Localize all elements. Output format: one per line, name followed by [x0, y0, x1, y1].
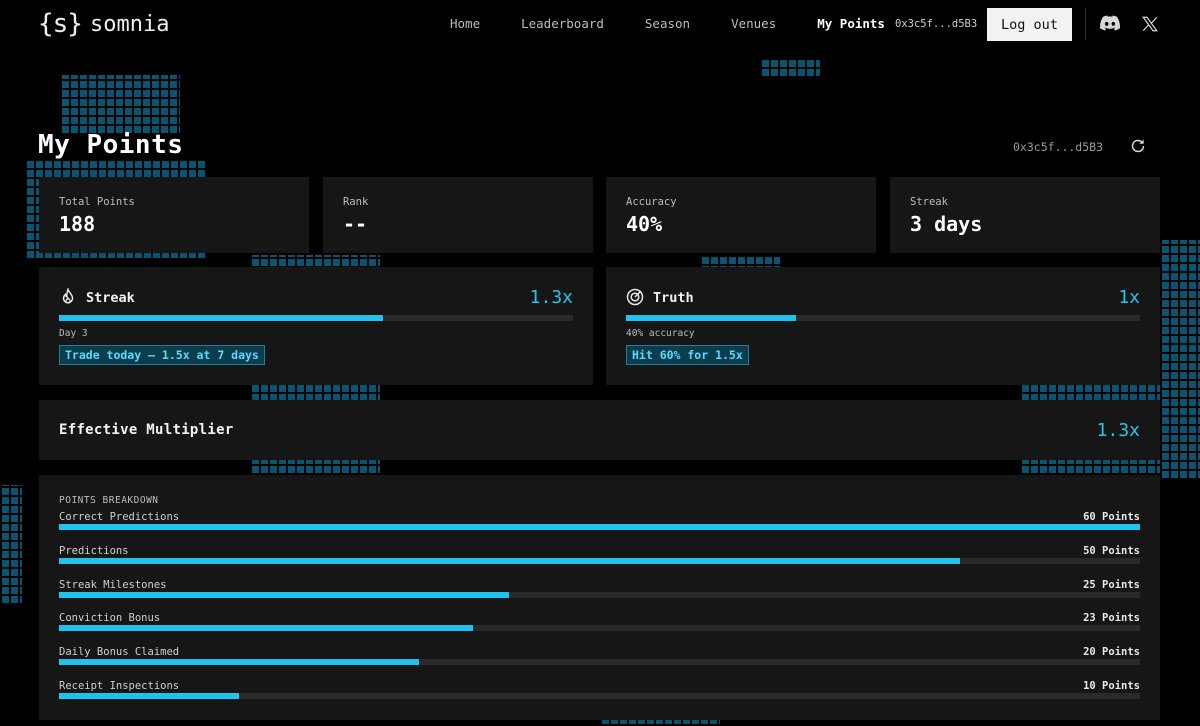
breakdown-row-points: 50 Points	[1083, 544, 1140, 557]
breakdown-row: Streak Milestones 25 Points	[59, 579, 1140, 609]
stat-card-accuracy: Accuracy 40%	[606, 177, 876, 253]
nav-link-my-points[interactable]: My Points	[817, 16, 885, 31]
breakdown-row-points: 23 Points	[1083, 612, 1140, 625]
stat-value: 40%	[626, 212, 663, 236]
breakdown-row-track	[59, 659, 1140, 666]
background-pattern	[1160, 240, 1200, 480]
stat-card-streak: Streak 3 days	[890, 177, 1160, 253]
refresh-icon[interactable]	[1130, 138, 1146, 154]
nav-link-venues[interactable]: Venues	[731, 16, 776, 31]
streak-day-label: Day 3	[59, 328, 88, 339]
breakdown-row-track	[59, 625, 1140, 632]
breakdown-row-fill	[59, 591, 510, 598]
nav-link-leaderboard[interactable]: Leaderboard	[521, 16, 604, 31]
truth-multiplier-value: 1x	[1118, 287, 1140, 308]
streak-title: Streak	[86, 290, 135, 306]
breakdown-row-track	[59, 591, 1140, 598]
breakdown-row-fill	[59, 524, 1140, 530]
stat-value: --	[343, 212, 368, 236]
breakdown-row-points: 10 Points	[1083, 680, 1140, 692]
breakdown-row-label: Predictions	[59, 544, 129, 557]
logo-text: somnia	[89, 11, 170, 37]
breakdown-row-points: 25 Points	[1083, 578, 1140, 591]
x-icon[interactable]	[1141, 15, 1159, 33]
page-title: My Points	[38, 130, 184, 160]
truth-hint-badge: Hit 60% for 1.5x	[626, 345, 749, 365]
breakdown-row-label: Correct Predictions	[59, 511, 180, 523]
breakdown-row-fill	[59, 557, 960, 564]
truth-progress-fill	[626, 315, 796, 321]
stat-label: Rank	[343, 196, 369, 208]
breakdown-row-fill	[59, 625, 474, 632]
breakdown-row-track	[59, 693, 1140, 699]
logo[interactable]: {s} somnia	[38, 9, 169, 39]
breakdown-row-fill	[59, 693, 240, 699]
truth-progress-track	[626, 315, 1140, 321]
breakdown-row-fill	[59, 659, 420, 666]
stat-value: 188	[59, 212, 96, 236]
breakdown-row-label: Daily Bonus Claimed	[59, 646, 180, 659]
streak-progress-track	[59, 315, 573, 321]
breakdown-row-label: Conviction Bonus	[59, 612, 161, 625]
streak-progress-fill	[59, 315, 383, 321]
streak-hint-badge: Trade today — 1.5x at 7 days	[59, 345, 265, 365]
wallet-address[interactable]: 0x3c5f...d5B3	[895, 18, 977, 30]
nav-link-home[interactable]: Home	[450, 16, 480, 31]
effective-multiplier-card: Effective Multiplier 1.3x	[39, 400, 1160, 460]
breakdown-row: Daily Bonus Claimed 20 Points	[59, 646, 1140, 676]
truth-multiplier-card: Truth 1x 40% accuracy Hit 60% for 1.5x	[606, 267, 1160, 385]
nav-links: Home Leaderboard Season Venues My Points	[450, 16, 926, 31]
breakdown-title: POINTS BREAKDOWN	[59, 495, 159, 506]
stat-label: Accuracy	[626, 196, 677, 208]
breakdown-row-track	[59, 524, 1140, 530]
points-breakdown-card: POINTS BREAKDOWN Correct Predictions 60 P…	[39, 475, 1160, 720]
breakdown-row: Receipt Inspections 10 Points	[59, 680, 1140, 710]
background-pattern	[60, 75, 180, 135]
truth-title: Truth	[653, 290, 694, 306]
breakdown-row-label: Streak Milestones	[59, 578, 167, 591]
truth-accuracy-label: 40% accuracy	[626, 328, 695, 339]
stat-value: 3 days	[910, 212, 983, 236]
header-wallet-address: 0x3c5f...d5B3	[1013, 140, 1104, 154]
background-pattern	[760, 58, 820, 78]
stat-label: Total Points	[59, 196, 135, 208]
top-nav: {s} somnia Home Leaderboard Season Venue…	[0, 0, 1200, 48]
stat-card-rank: Rank --	[323, 177, 593, 253]
breakdown-row-points: 60 Points	[1083, 511, 1140, 523]
discord-icon[interactable]	[1100, 15, 1120, 31]
nav-divider	[1085, 8, 1086, 40]
flame-icon	[62, 288, 74, 304]
logo-mark: {s}	[38, 9, 83, 39]
breakdown-row: Predictions 50 Points	[59, 545, 1140, 575]
nav-link-season[interactable]: Season	[645, 16, 690, 31]
stat-card-total-points: Total Points 188	[39, 177, 309, 253]
effective-multiplier-value: 1.3x	[1096, 420, 1140, 441]
breakdown-row: Correct Predictions 60 Points	[59, 511, 1140, 541]
breakdown-row-track	[59, 557, 1140, 564]
breakdown-row: Conviction Bonus 23 Points	[59, 612, 1140, 642]
stat-label: Streak	[910, 196, 948, 208]
logout-button[interactable]: Log out	[987, 8, 1072, 41]
target-icon	[626, 288, 644, 306]
streak-multiplier-value: 1.3x	[529, 287, 573, 308]
effective-multiplier-label: Effective Multiplier	[59, 422, 234, 438]
breakdown-row-label: Receipt Inspections	[59, 680, 180, 692]
background-pattern	[0, 485, 22, 605]
streak-multiplier-card: Streak 1.3x Day 3 Trade today — 1.5x at …	[39, 267, 593, 385]
breakdown-row-points: 20 Points	[1083, 646, 1140, 659]
